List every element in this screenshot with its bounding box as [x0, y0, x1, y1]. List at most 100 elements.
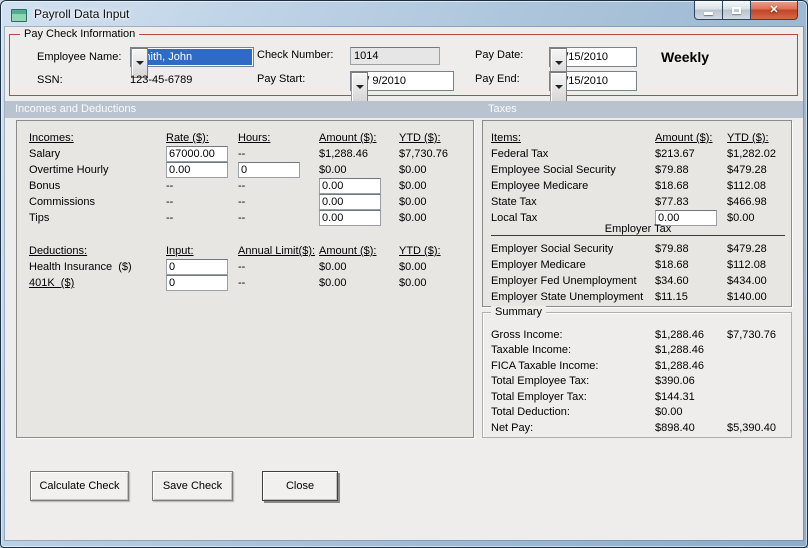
employer-ss-ytd: $479.28 — [727, 243, 767, 255]
tax-row-label: State Tax — [491, 196, 537, 208]
tax-row-label: Employer State Unemployment — [491, 291, 644, 303]
salary-rate-input[interactable] — [166, 146, 228, 162]
employee-name-combobox[interactable]: Smith, John — [130, 47, 254, 78]
taxes-panel: Items: Amount ($): YTD ($): Federal Tax … — [482, 120, 792, 307]
employer-taxes-table: Employer Social Security $79.88 $479.28 … — [491, 241, 787, 305]
bonus-rate: -- — [166, 180, 174, 192]
employee-medicare-amount: $18.68 — [655, 180, 689, 192]
overtime-rate-input[interactable] — [166, 162, 228, 178]
taxes-section-title: Taxes — [488, 103, 517, 115]
rate-header: Rate ($): — [166, 132, 209, 144]
tax-row-label: Employee Medicare — [491, 180, 589, 192]
employer-ss-amount: $79.88 — [655, 243, 689, 255]
ytd-header: YTD ($): — [399, 245, 441, 257]
health-insurance-input[interactable] — [166, 259, 228, 275]
client-area: Pay Check Information Employee Name: Smi… — [5, 27, 803, 540]
employer-medicare-ytd: $112.08 — [727, 259, 766, 271]
total-deduction-amount: $0.00 — [655, 406, 683, 419]
summary-row-label: Taxable Income: — [491, 344, 572, 357]
chevron-down-icon — [135, 61, 144, 65]
paycheck-info-legend: Pay Check Information — [20, 28, 140, 40]
tips-amount-input[interactable] — [319, 210, 381, 226]
employee-ss-amount: $79.88 — [655, 164, 689, 176]
401k-link[interactable]: 401K ($) — [29, 277, 166, 289]
overtime-ytd: $0.00 — [399, 164, 427, 176]
incomes-deductions-section-title: Incomes and Deductions — [15, 103, 137, 115]
pay-start-picker[interactable]: 12/ 9/2010 — [350, 71, 454, 102]
close-button[interactable]: Close — [262, 471, 338, 501]
save-check-button[interactable]: Save Check — [152, 471, 233, 501]
hours-header: Hours: — [238, 132, 271, 144]
health-insurance-limit: -- — [238, 261, 246, 273]
pay-date-picker[interactable]: 12/15/2010 — [549, 47, 637, 78]
amount-header: Amount ($): — [655, 132, 713, 144]
tips-rate: -- — [166, 212, 174, 224]
title-bar[interactable]: Payroll Data Input ✕ — [1, 1, 807, 27]
salary-ytd: $7,730.76 — [399, 148, 448, 160]
bonus-hours: -- — [238, 180, 246, 192]
commissions-amount-input[interactable] — [319, 194, 381, 210]
minimize-button[interactable] — [694, 1, 723, 20]
close-icon: ✕ — [769, 3, 779, 16]
gross-income-amount: $1,288.46 — [655, 328, 704, 341]
chevron-down-icon — [355, 85, 364, 89]
income-row-label: Salary — [29, 148, 61, 160]
employer-tax-separator: Employer Tax — [491, 222, 785, 236]
pay-end-dropdown-button[interactable] — [550, 72, 567, 102]
annual-limit-header: Annual Limit($): — [238, 245, 316, 257]
check-number-input[interactable] — [350, 47, 440, 65]
summary-row-label: Total Employer Tax: — [491, 390, 587, 403]
deductions-table: Deductions: Input: Annual Limit($): Amou… — [29, 243, 469, 291]
pay-end-picker[interactable]: 12/15/2010 — [549, 71, 637, 102]
net-pay-ytd: $5,390.40 — [727, 421, 776, 434]
overtime-amount: $0.00 — [319, 164, 347, 176]
overtime-hours-input[interactable] — [238, 162, 300, 178]
maximize-button[interactable] — [723, 1, 750, 20]
salary-hours: -- — [238, 148, 246, 160]
app-window-icon — [11, 9, 27, 22]
employer-state-unemployment-ytd: $140.00 — [727, 291, 767, 303]
employer-medicare-amount: $18.68 — [655, 259, 689, 271]
employee-name-value: Smith, John — [132, 49, 252, 65]
deductions-header: Deductions: — [29, 245, 88, 257]
total-employee-tax-amount: $390.06 — [655, 375, 695, 388]
incomes-deductions-panel: Incomes: Rate ($): Hours: Amount ($): YT… — [16, 120, 474, 438]
employee-taxes-table: Items: Amount ($): YTD ($): Federal Tax … — [491, 130, 787, 226]
taxable-income-amount: $1,288.46 — [655, 344, 704, 357]
employee-ss-ytd: $479.28 — [727, 164, 767, 176]
ytd-header: YTD ($): — [399, 132, 441, 144]
input-header: Input: — [166, 245, 194, 257]
employee-name-label: Employee Name: — [37, 51, 122, 63]
tax-row-label: Employer Medicare — [491, 259, 586, 271]
pay-frequency-label: Weekly — [661, 49, 709, 65]
401k-ytd: $0.00 — [399, 277, 427, 289]
payroll-window: Payroll Data Input ✕ Pay Check Informati… — [0, 0, 808, 548]
amount-header: Amount ($): — [319, 132, 377, 144]
401k-input[interactable] — [166, 275, 228, 291]
window-title: Payroll Data Input — [34, 7, 130, 21]
income-row-label: Tips — [29, 212, 50, 224]
summary-row-label: Gross Income: — [491, 328, 563, 341]
summary-row-label: FICA Taxable Income: — [491, 359, 599, 372]
ssn-value: 123-45-6789 — [130, 74, 193, 86]
tax-row-label: Federal Tax — [491, 148, 549, 160]
amount-header: Amount ($): — [319, 245, 377, 257]
bonus-amount-input[interactable] — [319, 178, 381, 194]
health-insurance-ytd: $0.00 — [399, 261, 427, 273]
fica-taxable-income-amount: $1,288.46 — [655, 359, 704, 372]
chevron-down-icon — [554, 85, 563, 89]
state-tax-amount: $77.83 — [655, 196, 689, 208]
ssn-label: SSN: — [37, 74, 63, 86]
gross-income-ytd: $7,730.76 — [727, 328, 776, 341]
section-band: Incomes and Deductions Taxes — [5, 101, 803, 118]
401k-limit: -- — [238, 277, 246, 289]
pay-start-dropdown-button[interactable] — [351, 72, 368, 102]
employer-fed-unemployment-ytd: $434.00 — [727, 275, 767, 287]
items-header: Items: — [491, 132, 521, 144]
net-pay-amount: $898.40 — [655, 421, 695, 434]
incomes-table: Incomes: Rate ($): Hours: Amount ($): YT… — [29, 130, 469, 226]
close-window-button[interactable]: ✕ — [750, 1, 798, 20]
minimize-icon — [704, 11, 713, 15]
federal-tax-amount: $213.67 — [655, 148, 695, 160]
calculate-check-button[interactable]: Calculate Check — [30, 471, 129, 501]
